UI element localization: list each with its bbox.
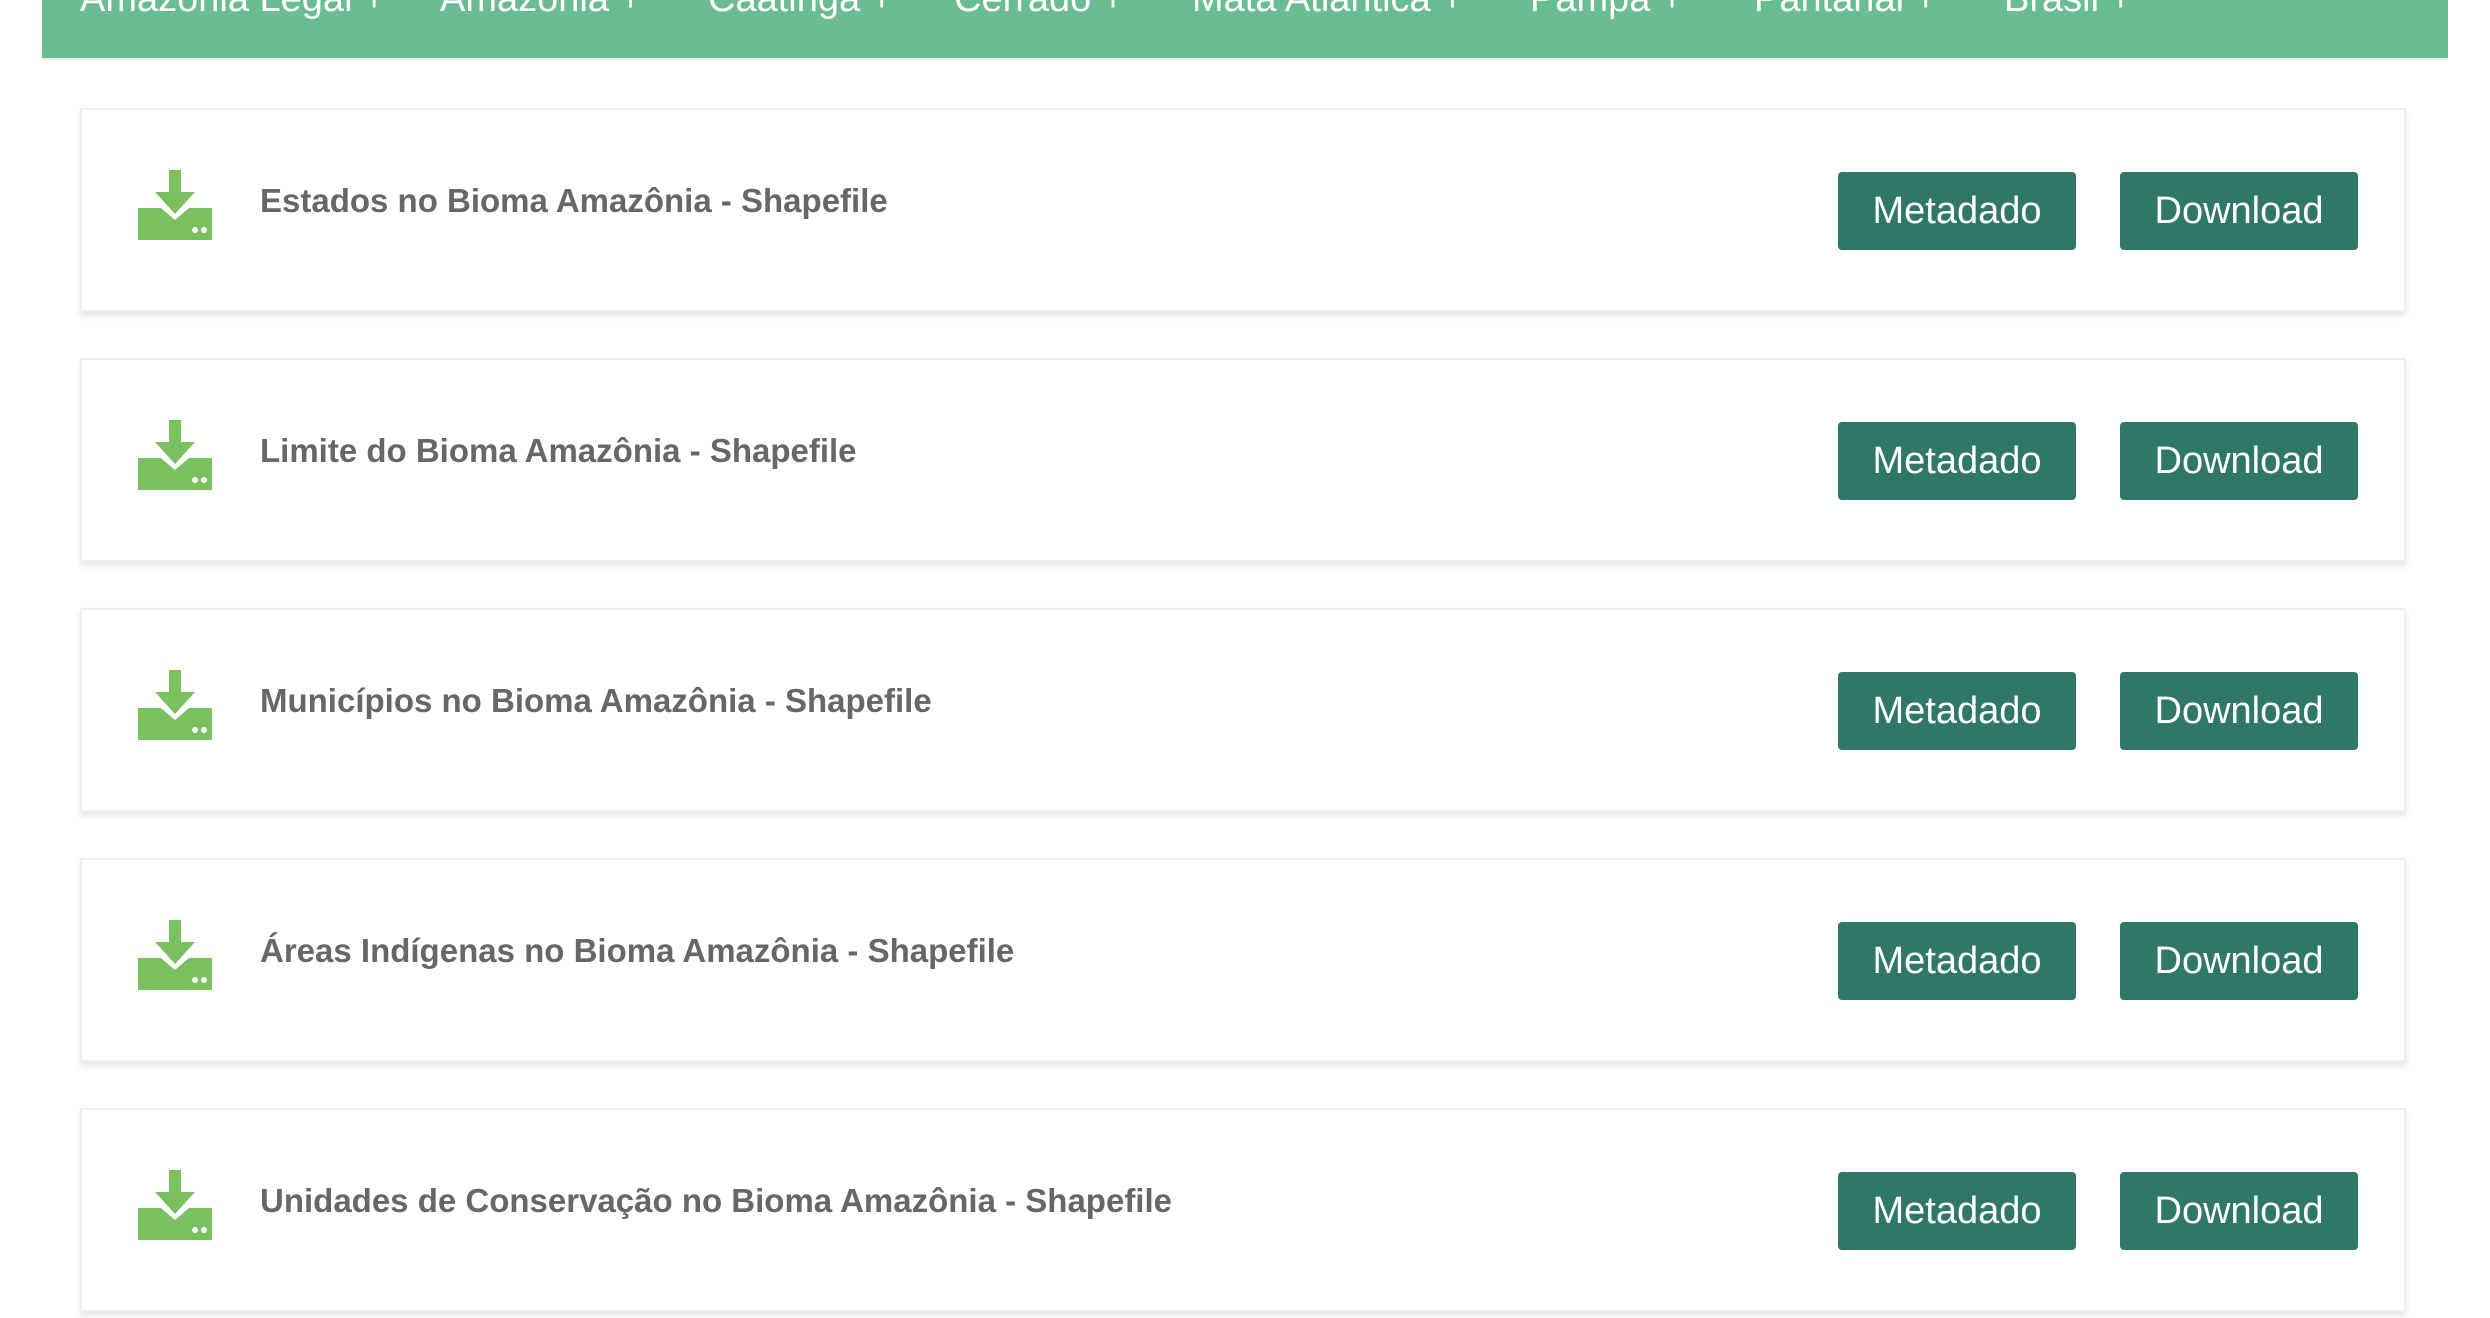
dataset-card: Áreas Indígenas no Bioma Amazônia - Shap…	[80, 858, 2406, 1062]
dataset-title: Limite do Bioma Amazônia - Shapefile	[260, 432, 857, 469]
metadata-button[interactable]: Metadado	[1838, 672, 2076, 750]
download-tray-icon	[138, 670, 212, 740]
download-tray-icon	[138, 920, 212, 990]
nav-item-brasil[interactable]: Brasil +	[2004, 0, 2132, 21]
nav-item-cerrado[interactable]: Cerrado +	[954, 0, 1124, 21]
dataset-card: Unidades de Conservação no Bioma Amazôni…	[80, 1108, 2406, 1312]
nav-item-caatinga[interactable]: Caatinga +	[708, 0, 893, 21]
download-button[interactable]: Download	[2120, 1172, 2358, 1250]
nav-item-amazonia-legal[interactable]: Amazônia Legal +	[80, 0, 385, 21]
nav-item-pampa[interactable]: Pampa +	[1530, 0, 1683, 21]
dataset-title: Municípios no Bioma Amazônia - Shapefile	[260, 682, 932, 719]
metadata-button[interactable]: Metadado	[1838, 1172, 2076, 1250]
dataset-title: Estados no Bioma Amazônia - Shapefile	[260, 182, 888, 219]
dataset-card: Municípios no Bioma Amazônia - Shapefile…	[80, 608, 2406, 812]
dataset-title: Áreas Indígenas no Bioma Amazônia - Shap…	[260, 932, 1015, 969]
metadata-button[interactable]: Metadado	[1838, 922, 2076, 1000]
dataset-card: Estados no Bioma Amazônia - Shapefile Me…	[80, 108, 2406, 312]
download-button[interactable]: Download	[2120, 922, 2358, 1000]
dataset-title: Unidades de Conservação no Bioma Amazôni…	[260, 1182, 1172, 1219]
dataset-card: Limite do Bioma Amazônia - Shapefile Met…	[80, 358, 2406, 562]
download-button[interactable]: Download	[2120, 672, 2358, 750]
download-button[interactable]: Download	[2120, 172, 2358, 250]
nav-item-amazonia[interactable]: Amazônia +	[440, 0, 642, 21]
biome-nav-list: Amazônia Legal + Amazônia + Caatinga + C…	[42, 0, 2448, 36]
nav-item-mata-atlantica[interactable]: Mata Atlântica +	[1192, 0, 1463, 21]
biome-navbar: Amazônia Legal + Amazônia + Caatinga + C…	[42, 0, 2448, 60]
nav-item-pantanal[interactable]: Pantanal +	[1754, 0, 1937, 21]
download-tray-icon	[138, 420, 212, 490]
download-button[interactable]: Download	[2120, 422, 2358, 500]
metadata-button[interactable]: Metadado	[1838, 422, 2076, 500]
download-tray-icon	[138, 170, 212, 240]
metadata-button[interactable]: Metadado	[1838, 172, 2076, 250]
download-tray-icon	[138, 1170, 212, 1240]
